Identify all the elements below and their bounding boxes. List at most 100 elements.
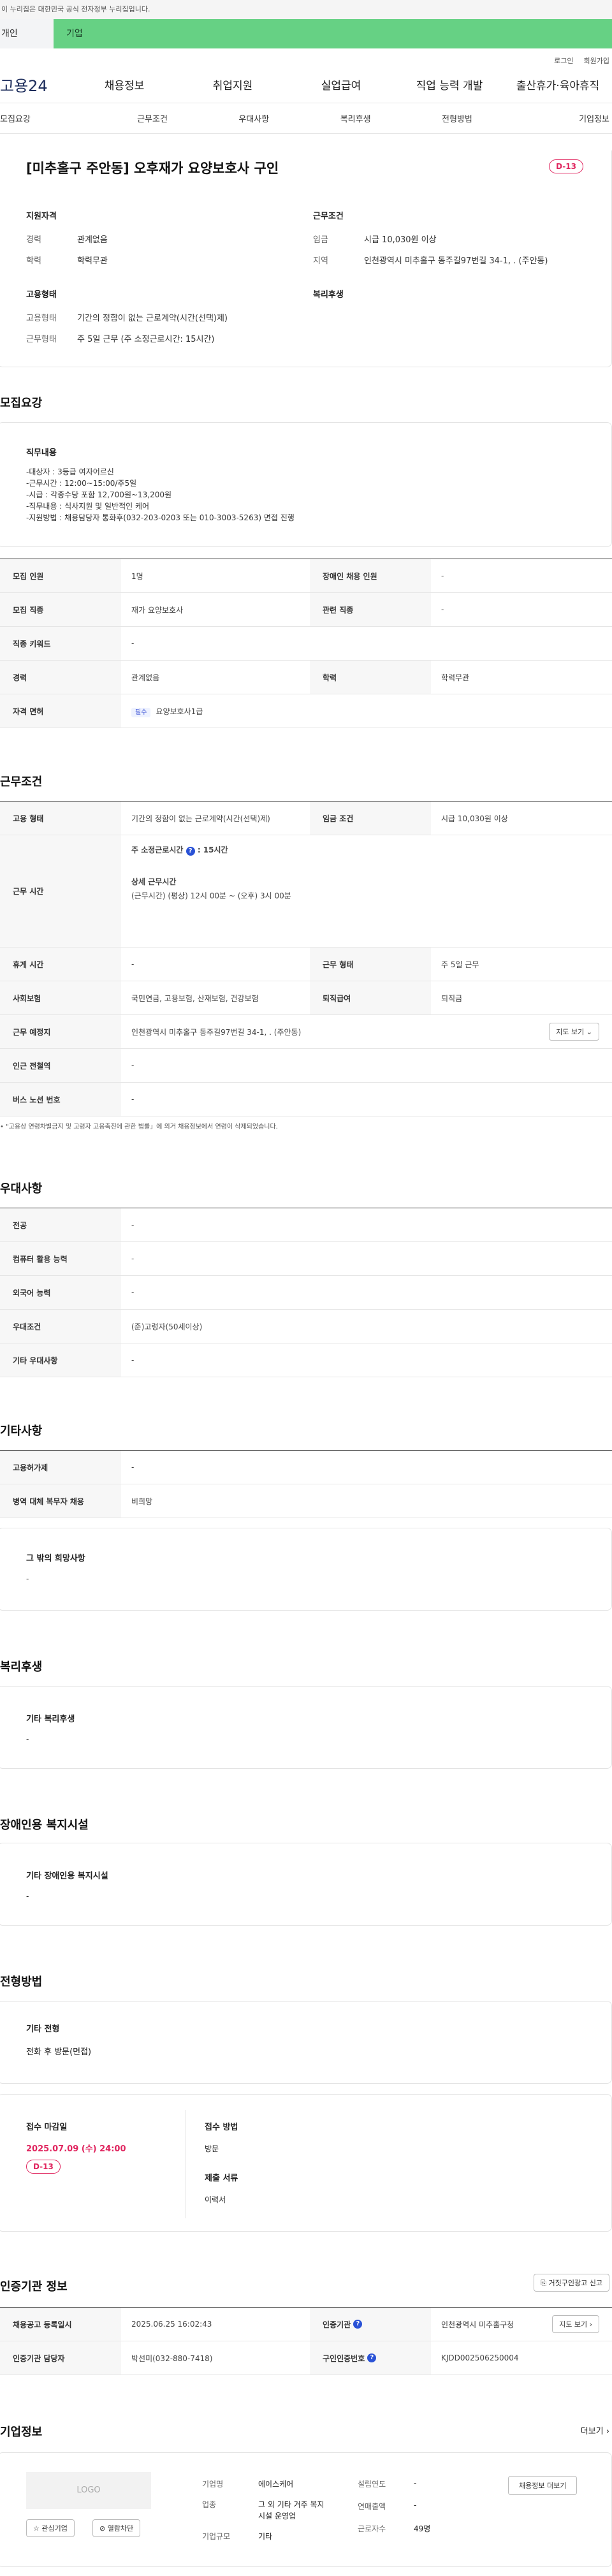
row-label: 장애인 채용 인원	[310, 559, 431, 592]
work-heading: 근무조건	[0, 775, 43, 789]
report-icon: ⎘	[541, 2279, 547, 2287]
help-icon[interactable]: ?	[186, 847, 195, 856]
row-value: 인천광역시 미추홀구청	[441, 2320, 514, 2329]
section-tabs: 모집요강 근무조건 우대사항 복리후생 전형방법 기업정보	[0, 103, 612, 134]
size-value: 기타	[258, 2532, 273, 2541]
row-label: 직종 키워드	[0, 627, 121, 660]
row-label: 인증기관 ?	[310, 2308, 431, 2341]
employees-label: 근로자수	[358, 2524, 386, 2533]
duty-box: 직무내용 -대상자 : 3등급 여자어르신 -근무시간 : 12:00~15:0…	[0, 422, 612, 547]
row-value: -	[131, 1288, 135, 1297]
table-row: 직종 키워드 -	[0, 627, 612, 661]
company-card: LOGO ☆ 관심기업 ⊘ 열람차단 기업명 에이스케어 업종 그 외 기타 거주 …	[0, 2452, 612, 2567]
gnb-item-training[interactable]: 직업 능력 개발	[395, 77, 504, 92]
size-label: 기업규모	[202, 2532, 231, 2541]
pref-table: 전공 - 컴퓨터 활용 능력 - 외국어 능력 - 우대조건 (준)고령자(50세이상)…	[0, 1208, 612, 1377]
etc-heading: 기타사항	[0, 1424, 43, 1438]
year-label: 설립연도	[358, 2480, 386, 2489]
row-value: 국민연금, 고용보험, 산재보험, 건강보험	[131, 993, 259, 1003]
summary-card: [미추홀구 주안동] 오후재가 요양보호사 구인 D-13 지원자격 경력 관계없…	[0, 150, 612, 367]
utility-links: 로그인 회원가입	[0, 48, 612, 66]
tab-pref[interactable]: 우대사항	[203, 112, 305, 124]
row-value: 시급 10,030원 이상	[441, 814, 508, 823]
tab-company[interactable]: 기업정보	[508, 112, 612, 124]
work-type-label: 근무형태	[26, 335, 57, 344]
map-button[interactable]: 지도 보기 ⌄	[549, 1023, 599, 1041]
row-label: 기타 우대사항	[0, 1343, 121, 1377]
agency-table: 채용공고 등록일시 2025.06.25 16:02:43 인증기관 ? 인천광역시 …	[0, 2307, 612, 2375]
star-icon: ☆	[33, 2524, 40, 2533]
gnb-item-jobs[interactable]: 채용정보	[70, 77, 178, 92]
block-company-button[interactable]: ⊘ 열람차단	[92, 2519, 141, 2537]
disabled-box: 기타 장애인용 복지시설 -	[0, 1843, 612, 1926]
tab-welfare[interactable]: 복리후생	[305, 112, 406, 124]
row-label: 인증기관 담당자	[0, 2341, 121, 2375]
apply-box: 접수 마감일 2025.07.09 (수) 24:00 D-13 접수 방법 방…	[0, 2094, 612, 2232]
row-label: 버스 노선 번호	[0, 1083, 121, 1116]
gnb-item-leave[interactable]: 출산휴가·육아휴직	[504, 77, 612, 92]
duty-line: -근무시간 : 12:00~15:00/주5일	[26, 479, 137, 488]
disabled-box-value: -	[26, 1892, 29, 1901]
cond-heading: 근무조건	[313, 212, 344, 221]
segment-company[interactable]: 기업	[54, 19, 612, 48]
pref-heading: 우대사항	[0, 1182, 43, 1196]
week-hours-value: : 15시간	[197, 845, 228, 854]
row-value: -	[441, 605, 444, 614]
row-label: 채용공고 등록일시	[0, 2308, 121, 2341]
row-label: 외국어 능력	[0, 1276, 121, 1309]
table-row: 인증기관 담당자 박선미(032-880-7418) 구인인증번호 ? KJDD002…	[0, 2341, 612, 2375]
join-link[interactable]: 회원가입	[584, 57, 609, 65]
duty-line: -지원방법 : 채용담당자 통화후(032-203-0203 또는 010-30…	[26, 513, 295, 522]
help-icon[interactable]: ?	[367, 2353, 377, 2362]
table-row: 자격 면허 필수 요양보호사1급	[0, 694, 612, 728]
row-label: 경력	[0, 661, 121, 694]
row-value: 재가 요양보호사	[131, 605, 184, 615]
company-jobs-button[interactable]: 채용정보 더보기	[508, 2476, 578, 2495]
gnb-item-support[interactable]: 취업지원	[178, 77, 287, 92]
table-row: 버스 노선 번호 -	[0, 1083, 612, 1116]
emp-type-value: 기간의 정함이 없는 근로계약(시간(선택)제)	[77, 314, 228, 323]
table-row: 근무 예정지 인천광역시 미추홀구 동주길97번길 34-1, . (주안동) 지도…	[0, 1015, 612, 1049]
table-row: 휴게 시간 - 근무 형태 주 5일 근무	[0, 948, 612, 981]
row-value: 인천광역시 미추홀구 동주길97번길 34-1, . (주안동)	[131, 1027, 302, 1037]
tab-recruit[interactable]: 모집요강	[0, 112, 101, 124]
company-more-link[interactable]: 더보기 ›	[581, 2424, 609, 2436]
welfare-box-value: -	[26, 1735, 29, 1744]
row-label: 퇴직급여	[310, 981, 431, 1014]
gnb-item-benefit[interactable]: 실업급여	[287, 77, 395, 92]
company-info-right: 설립연도 - 연매출액 - 근로자수 49명	[358, 2478, 430, 2534]
table-row: 모집 직종 재가 요양보호사 관련 직종 -	[0, 593, 612, 627]
row-label: 컴퓨터 활용 능력	[0, 1242, 121, 1275]
agency-map-button[interactable]: 지도 보기 ›	[552, 2315, 599, 2333]
row-label: 근무 예정지	[0, 1015, 121, 1048]
etc-table: 고용허가제 - 병역 대체 복무자 채용 비희망	[0, 1450, 612, 1518]
age-note-text: "고용상 연령차별금지 및 고령자 고용촉진에 관한 법률」에 의거 채용정보에…	[6, 1123, 278, 1131]
table-row: 고용 형태 기간의 정함이 없는 근로계약(시간(선택)제) 임금 조건 시급 10,…	[0, 801, 612, 835]
row-value: 퇴직금	[441, 993, 463, 1003]
table-row: 컴퓨터 활용 능력 -	[0, 1242, 612, 1276]
row-value: -	[131, 639, 135, 648]
segment-personal[interactable]: 개인	[0, 19, 54, 48]
row-value: -	[131, 1254, 135, 1263]
tab-work[interactable]: 근무조건	[101, 112, 203, 124]
help-icon[interactable]: ?	[353, 2320, 363, 2329]
license-value: 필수 요양보호사1급	[121, 706, 612, 717]
qual-heading: 지원자격	[26, 212, 57, 221]
global-nav: 고용24 채용정보 취업지원 실업급여 직업 능력 개발 출산휴가·육아휴직	[0, 66, 612, 103]
table-row: 전공 -	[0, 1208, 612, 1242]
tab-screen[interactable]: 전형방법	[406, 112, 507, 124]
region-value: 인천광역시 미추홀구 동주길97번길 34-1, . (주안동)	[364, 256, 548, 266]
career-value: 관계없음	[77, 235, 108, 245]
disabled-box-heading: 기타 장애인용 복지시설	[26, 1871, 108, 1881]
screen-box-value: 전화 후 방문(면접)	[26, 2047, 92, 2057]
row-value: 2025.06.25 16:02:43	[131, 2320, 212, 2329]
row-label: 구인인증번호 ?	[310, 2341, 431, 2375]
welfare-section-heading: 복리후생	[0, 1660, 43, 1674]
site-logo[interactable]: 고용24	[0, 73, 70, 96]
row-value: 주 5일 근무	[441, 960, 479, 969]
report-button[interactable]: ⎘ 거짓구인광고 신고	[534, 2274, 609, 2292]
method-value: 방문	[205, 2144, 219, 2153]
fav-company-button[interactable]: ☆ 관심기업	[26, 2519, 75, 2537]
table-row: 인근 전철역 -	[0, 1049, 612, 1083]
login-link[interactable]: 로그인	[554, 57, 573, 65]
